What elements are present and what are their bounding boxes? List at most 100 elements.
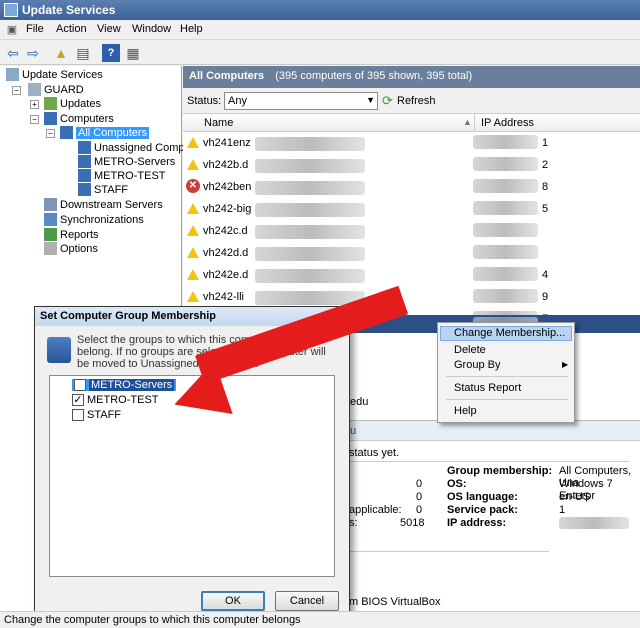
status-filter-bar: Status: Any ▼ ⟳ Refresh	[183, 88, 640, 114]
menu-file[interactable]: File	[26, 23, 44, 35]
table-row[interactable]: vh242d.d	[183, 242, 640, 264]
up-folder-icon[interactable]: ▲	[52, 44, 70, 62]
console-icon[interactable]: ▣	[3, 21, 21, 39]
synchronizations-icon	[44, 213, 57, 226]
warning-icon	[187, 225, 199, 236]
status-bar: Change the computer groups to which this…	[0, 611, 640, 628]
tree-server-guard[interactable]: GUARD	[28, 83, 84, 96]
computer-group-icon	[78, 141, 91, 154]
menu-separator	[446, 399, 568, 400]
redacted-ip	[473, 201, 538, 215]
warning-icon	[187, 137, 199, 148]
table-row[interactable]: vh242c.d	[183, 220, 640, 242]
staff-checkbox[interactable]	[72, 409, 84, 421]
tree-options[interactable]: Options	[44, 242, 98, 255]
table-row[interactable]: ✕ vh242ben 8	[183, 176, 640, 198]
status-dropdown-value: Any	[228, 95, 247, 107]
expand-updates-toggle[interactable]: +	[30, 100, 39, 109]
warning-icon	[187, 269, 199, 280]
column-ip-address[interactable]: IP Address	[481, 117, 534, 129]
tree-group-unassigned[interactable]: Unassigned Compu	[78, 141, 191, 154]
options-icon	[44, 242, 57, 255]
back-arrow-icon[interactable]: ⇦	[4, 44, 22, 62]
pane-title: All Computers	[189, 70, 265, 82]
computer-group-icon	[78, 183, 91, 196]
tree-downstream-servers[interactable]: Downstream Servers	[44, 198, 163, 211]
update-services-icon	[6, 68, 19, 81]
group-item-metro-test[interactable]: ✓ METRO-TEST	[72, 394, 159, 406]
menu-window[interactable]: Window	[132, 23, 171, 35]
menu-separator	[446, 376, 568, 377]
table-row[interactable]: vh241enz 1	[183, 132, 640, 154]
tree-update-services[interactable]: Update Services	[6, 68, 103, 81]
details-status-line: status yet.	[349, 447, 400, 459]
tree-group-metro-servers[interactable]: METRO-Servers	[78, 155, 175, 168]
menu-item-delete[interactable]: Delete	[454, 344, 486, 356]
expand-all-computers-toggle[interactable]: −	[46, 129, 55, 138]
updates-icon	[44, 97, 57, 110]
computer-group-icon	[78, 169, 91, 182]
tree-updates[interactable]: Updates	[44, 97, 101, 110]
table-row[interactable]: vh242-lli 9	[183, 286, 640, 308]
cancel-button[interactable]: Cancel	[275, 591, 339, 611]
context-menu: Change Membership... Delete Group By ▶ S…	[437, 322, 575, 423]
group-item-staff[interactable]: STAFF	[72, 409, 121, 421]
redacted-text	[255, 137, 365, 151]
forward-arrow-icon[interactable]: ⇨	[24, 44, 42, 62]
pane-header: All Computers (395 computers of 395 show…	[183, 66, 640, 88]
redacted-ip	[473, 245, 538, 259]
tree-synchronizations[interactable]: Synchronizations	[44, 213, 144, 226]
status-dropdown[interactable]: Any ▼	[224, 92, 378, 110]
warning-icon	[187, 159, 199, 170]
redacted-text	[255, 225, 365, 239]
redacted-text	[255, 269, 365, 283]
table-row[interactable]: vh242-big 5	[183, 198, 640, 220]
redacted-text	[255, 247, 365, 261]
menu-view[interactable]: View	[97, 23, 121, 35]
toolbar: ⇦ ⇨ ▲ ▤ ? ▦	[0, 41, 640, 65]
computer-group-icon	[60, 126, 73, 139]
metro-servers-checkbox[interactable]	[74, 379, 86, 391]
set-group-membership-dialog: Set Computer Group Membership ✕ Select t…	[34, 306, 350, 618]
details-divider	[349, 551, 549, 552]
help-icon[interactable]: ?	[102, 44, 120, 62]
details-tab[interactable]: u	[350, 425, 356, 437]
refresh-button[interactable]: Refresh	[397, 95, 436, 107]
redacted-ip	[473, 267, 538, 281]
redacted-ip	[559, 517, 629, 529]
group-item-metro-servers[interactable]: METRO-Servers	[72, 379, 177, 391]
menu-item-group-by[interactable]: Group By	[454, 359, 500, 371]
server-icon	[28, 83, 41, 96]
tree-reports[interactable]: Reports	[44, 228, 99, 241]
redacted-ip	[473, 179, 538, 193]
refresh-icon[interactable]: ⟳	[382, 93, 393, 109]
redacted-ip	[473, 223, 538, 237]
column-divider	[474, 114, 475, 132]
menu-item-help[interactable]: Help	[454, 405, 477, 417]
status-label: Status:	[187, 95, 222, 107]
column-name[interactable]: Name	[204, 117, 233, 129]
tree-computers[interactable]: Computers	[44, 112, 114, 125]
metro-test-checkbox[interactable]: ✓	[72, 394, 84, 406]
redacted-text	[255, 181, 365, 195]
expand-computers-toggle[interactable]: −	[30, 115, 39, 124]
tree-group-metro-test[interactable]: METRO-TEST	[78, 169, 166, 182]
menu-help[interactable]: Help	[180, 23, 203, 35]
computer-group-icon	[47, 337, 71, 363]
table-row[interactable]: vh242e.d 4	[183, 264, 640, 286]
show-hide-tree-icon[interactable]: ▤	[74, 44, 92, 62]
redacted-ip	[473, 135, 538, 149]
window-title: Update Services	[22, 3, 116, 17]
menu-item-change-membership[interactable]: Change Membership...	[454, 327, 565, 339]
tree-all-computers[interactable]: All Computers	[60, 126, 150, 139]
reports-icon	[44, 228, 57, 241]
computers-icon	[44, 112, 57, 125]
properties-icon[interactable]: ▦	[124, 44, 142, 62]
menu-action[interactable]: Action	[56, 23, 87, 35]
computer-group-icon	[78, 155, 91, 168]
menu-item-status-report[interactable]: Status Report	[454, 382, 521, 394]
expand-guard-toggle[interactable]: −	[12, 86, 21, 95]
table-row[interactable]: vh242b.d 2	[183, 154, 640, 176]
ok-button[interactable]: OK	[201, 591, 265, 611]
tree-group-staff[interactable]: STAFF	[78, 183, 128, 196]
